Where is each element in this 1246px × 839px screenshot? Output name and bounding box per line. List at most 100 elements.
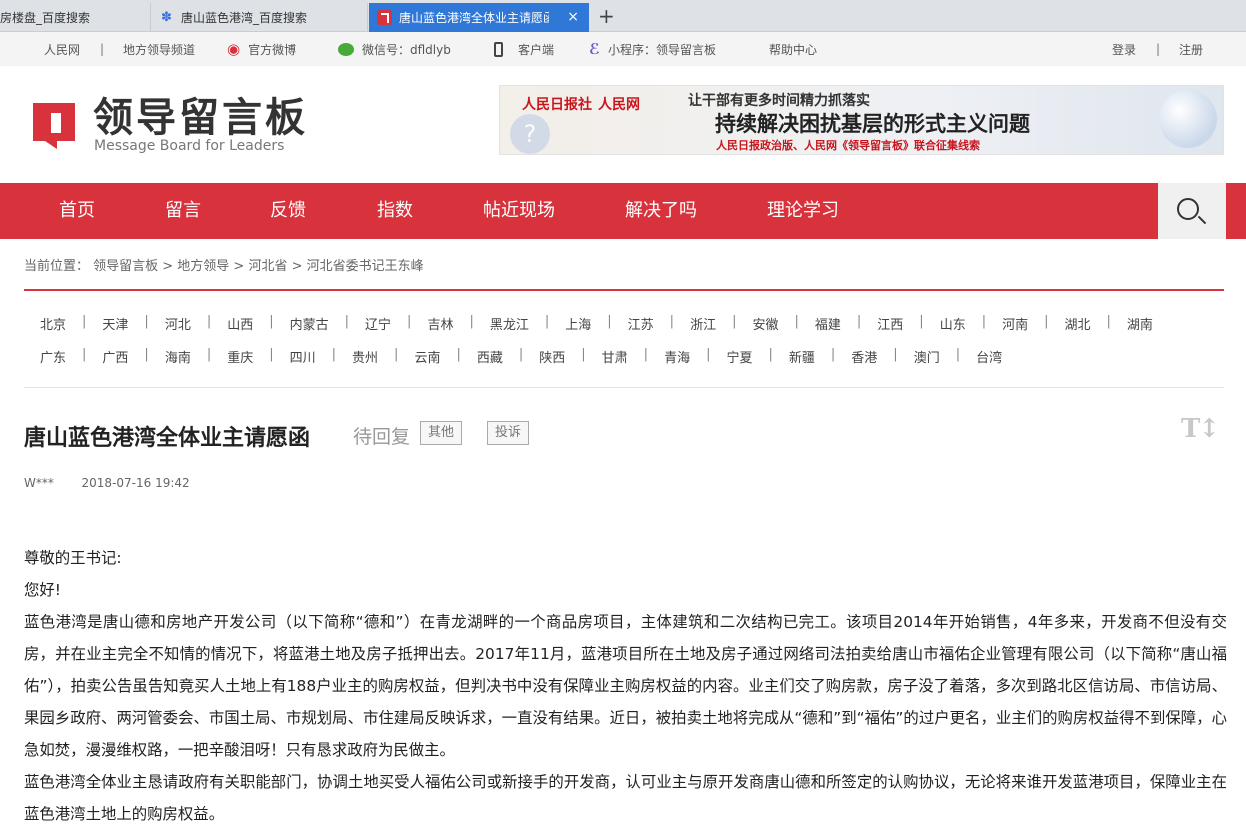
separator: | — [82, 347, 87, 362]
utility-bar: 人民网 | 地方领导频道 ◉ 官方微博 微信号：dfldlyb 客户端 ℰ 小程… — [0, 32, 1246, 66]
new-tab-button[interactable]: + — [598, 5, 615, 27]
decorative-sphere-icon — [1159, 90, 1217, 148]
separator: | — [1044, 314, 1049, 329]
font-size-toggle-icon[interactable]: T↕ — [1181, 414, 1220, 444]
province-link[interactable]: 天津 — [102, 314, 128, 334]
province-link[interactable]: 四川 — [290, 347, 316, 367]
browser-tab-strip: 房楼盘_百度搜索 ✽ 唐山蓝色港湾_百度搜索 唐山蓝色港湾全体业主请愿函 × + — [0, 0, 1246, 32]
province-link[interactable]: 新疆 — [789, 347, 815, 367]
separator: | — [518, 347, 524, 362]
register-link[interactable]: 注册 — [1179, 32, 1203, 66]
province-link[interactable]: 云南 — [414, 347, 440, 367]
post-date: 2018-07-16 19:42 — [81, 476, 190, 490]
logo-title[interactable]: 领导留言板 — [93, 96, 308, 140]
separator: | — [981, 314, 987, 329]
province-link[interactable]: 山东 — [940, 314, 966, 334]
province-link[interactable]: 辽宁 — [365, 314, 391, 334]
province-link[interactable]: 西藏 — [477, 347, 503, 367]
separator: | — [794, 314, 799, 329]
separator: | — [82, 314, 87, 329]
help-center-link[interactable]: 帮助中心 — [769, 32, 817, 66]
province-link[interactable]: 江苏 — [628, 314, 654, 334]
province-link[interactable]: 澳门 — [914, 347, 940, 367]
province-link[interactable]: 浙江 — [690, 314, 716, 334]
nav-resolved[interactable]: 解决了吗 — [625, 183, 697, 239]
separator: | — [344, 314, 350, 329]
province-link[interactable]: 广西 — [102, 347, 128, 367]
post-content: 尊敬的王书记: 您好! 蓝色港湾是唐山德和房地产开发公司（以下简称“德和”）在青… — [24, 542, 1227, 830]
province-link[interactable]: 广东 — [40, 347, 66, 367]
weibo-link[interactable]: ◉ 官方微博 — [227, 32, 296, 66]
miniprogram-label: 小程序：领导留言板 — [607, 42, 716, 57]
category-tag[interactable]: 其他 — [420, 421, 463, 445]
people-link[interactable]: 人民网 — [44, 32, 80, 66]
province-link[interactable]: 江西 — [877, 314, 903, 334]
province-link[interactable]: 河南 — [1002, 314, 1028, 334]
province-link[interactable]: 上海 — [565, 314, 591, 334]
province-link[interactable]: 香港 — [851, 347, 877, 367]
separator: | — [144, 347, 149, 362]
separator: | — [394, 347, 399, 362]
province-link[interactable]: 海南 — [165, 347, 191, 367]
client-link[interactable]: 客户端 — [494, 32, 554, 66]
browser-tab-2[interactable]: ✽ 唐山蓝色港湾_百度搜索 — [151, 3, 368, 32]
login-link[interactable]: 登录 — [1112, 32, 1136, 66]
client-label: 客户端 — [518, 42, 555, 57]
separator: | — [269, 314, 274, 329]
type-tag[interactable]: 投诉 — [487, 421, 530, 445]
separator: | — [407, 314, 412, 329]
wechat-label: 微信号：dfldlyb — [362, 42, 451, 57]
wechat-link[interactable]: 微信号：dfldlyb — [338, 32, 451, 66]
greeting: 尊敬的王书记: — [24, 549, 122, 567]
nav-index[interactable]: 指数 — [377, 183, 413, 239]
province-link[interactable]: 福建 — [815, 314, 841, 334]
separator: | — [331, 347, 337, 362]
province-link[interactable]: 台湾 — [976, 347, 1002, 367]
province-link[interactable]: 陕西 — [539, 347, 565, 367]
province-link[interactable]: 安徽 — [752, 314, 778, 334]
logo-subtitle: Message Board for Leaders — [94, 138, 285, 154]
province-link[interactable]: 吉林 — [427, 314, 453, 334]
separator: | — [544, 314, 550, 329]
province-link[interactable]: 宁夏 — [726, 347, 752, 367]
province-link[interactable]: 重庆 — [227, 347, 253, 367]
separator: | — [955, 347, 961, 362]
site-logo-icon[interactable] — [27, 97, 81, 151]
province-link[interactable]: 河北 — [165, 314, 191, 334]
province-link[interactable]: 青海 — [664, 347, 690, 367]
nav-theory[interactable]: 理论学习 — [767, 183, 839, 239]
separator: | — [1156, 42, 1161, 56]
nav-home[interactable]: 首页 — [59, 183, 95, 239]
province-row-1: 北京 | 天津 | 河北 | 山西 | 内蒙古 | 辽宁 | 吉林 | 黑龙江 | 上海 | 江苏 | 浙江 | 安徽 | 福建… — [24, 314, 1224, 334]
hello: 您好! — [24, 581, 61, 599]
tab-close-icon[interactable]: × — [567, 9, 579, 25]
banner-line-1: 让干部有更多时间精力抓落实 — [688, 93, 870, 109]
search-button[interactable] — [1158, 183, 1226, 239]
province-link[interactable]: 贵州 — [352, 347, 378, 367]
browser-tab-1[interactable]: 房楼盘_百度搜索 — [0, 3, 151, 32]
phone-icon — [494, 41, 503, 57]
province-link[interactable]: 山西 — [227, 314, 253, 334]
browser-tab-active[interactable]: 唐山蓝色港湾全体业主请愿函 × — [369, 3, 589, 32]
province-link[interactable]: 内蒙古 — [290, 314, 329, 334]
banner-line-3: 人民日报政治版、人民网《领导留言板》联合征集线索 — [716, 139, 980, 152]
province-link[interactable]: 北京 — [40, 314, 66, 334]
nav-onsite[interactable]: 帖近现场 — [483, 183, 555, 239]
nav-feedback[interactable]: 反馈 — [270, 183, 306, 239]
province-link[interactable]: 湖北 — [1065, 314, 1091, 334]
baidu-paw-icon: ✽ — [161, 10, 172, 25]
separator: | — [206, 314, 212, 329]
province-link[interactable]: 甘肃 — [602, 347, 628, 367]
promo-banner[interactable]: ? 人民日报社 人民网 让干部有更多时间精力抓落实 持续解决困扰基层的形式主义问… — [499, 85, 1224, 155]
nav-message[interactable]: 留言 — [165, 183, 201, 239]
author: W*** — [24, 476, 54, 490]
province-link[interactable]: 湖南 — [1127, 314, 1153, 334]
paragraph-2: 蓝色港湾全体业主恳请政府有关职能部门，协调土地买受人福佑公司或新接手的开发商，认… — [24, 773, 1227, 823]
breadcrumb[interactable]: 当前位置： 领导留言板 > 地方领导 > 河北省 > 河北省委书记王东峰 — [24, 255, 424, 274]
miniprogram-link[interactable]: ℰ 小程序：领导留言板 — [589, 32, 716, 66]
separator: | — [100, 42, 105, 56]
province-link[interactable]: 黑龙江 — [490, 314, 529, 334]
wechat-icon — [338, 42, 354, 56]
separator: | — [732, 314, 737, 329]
local-channel-link[interactable]: 地方领导频道 — [123, 32, 195, 66]
